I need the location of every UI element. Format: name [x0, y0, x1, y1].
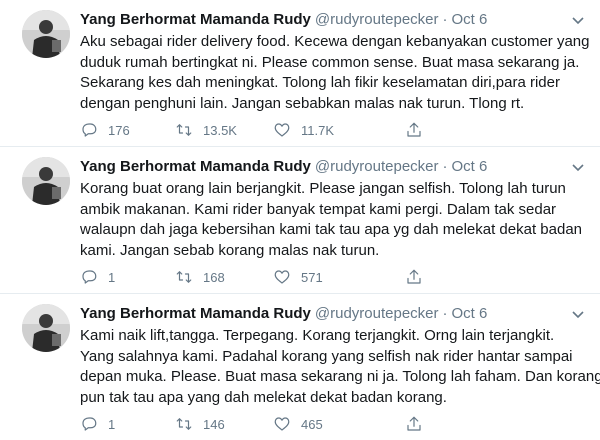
tweet-text-line: Korang buat orang lain berjangkit. Pleas…: [80, 180, 566, 197]
reply-button[interactable]: 1: [80, 267, 115, 287]
retweet-icon: [176, 418, 192, 430]
share-button[interactable]: [405, 414, 423, 434]
share-icon: [407, 122, 421, 137]
retweet-count: 168: [203, 269, 225, 285]
tweet-text-line: duduk rumah bertingkat ni. Please common…: [80, 53, 580, 71]
share-icon: [407, 269, 421, 284]
reply-button[interactable]: 1: [80, 414, 115, 434]
tweet-text: Aku sebagai rider delivery food. Kecewa …: [80, 32, 590, 114]
retweet-icon: [176, 124, 192, 136]
retweet-button[interactable]: 146: [175, 414, 225, 434]
share-button[interactable]: [405, 120, 423, 140]
tweet-date[interactable]: Oct 6: [452, 305, 488, 322]
display-name[interactable]: Yang Berhormat Mamanda Rudy: [80, 305, 311, 322]
tweet-text-line: Sekarang kes dah meningkat. Tolong lah f…: [80, 74, 560, 91]
display-name[interactable]: Yang Berhormat Mamanda Rudy: [80, 158, 311, 175]
tweet-text-line: Yang salahnya kami. Padahal korang yang …: [80, 347, 573, 365]
like-button[interactable]: 11.7K: [273, 120, 334, 140]
reply-button[interactable]: 176: [80, 120, 130, 140]
separator-dot: ·: [442, 305, 448, 322]
chevron-down-icon[interactable]: [570, 306, 586, 322]
tweet-date[interactable]: Oct 6: [452, 158, 488, 175]
chevron-down-icon[interactable]: [570, 159, 586, 175]
reply-count: 176: [108, 122, 130, 138]
tweet-text-line: walaupn dah jaga kebersihan kami tak tau…: [80, 221, 583, 238]
like-count: 571: [301, 269, 323, 285]
tweet-text-line: depan muka. Please. Buat masa sekarang n…: [80, 368, 600, 385]
heart-icon: [274, 417, 290, 431]
like-button[interactable]: 465: [273, 414, 323, 434]
user-handle[interactable]: @rudyroutepecker: [315, 11, 439, 28]
tweet-text-line: dengan penghuni lain. Jangan sebabkan ma…: [80, 94, 525, 112]
heart-icon: [274, 270, 290, 284]
tweet-header: Yang Berhormat Mamanda Rudy @rudyroutepec…: [80, 11, 487, 29]
tweet-text-line: ambik makanan. Kami rider banyak tempat …: [80, 200, 557, 218]
avatar[interactable]: [22, 304, 70, 352]
tweet[interactable]: Yang Berhormat Mamanda Rudy @rudyroutepec…: [0, 0, 600, 147]
tweet-text-line: pun tak tau apa yang dah melekat dekat b…: [80, 388, 447, 406]
reply-icon: [82, 123, 97, 137]
user-handle[interactable]: @rudyroutepecker: [315, 305, 439, 322]
tweet-text: Korang buat orang lain berjangkit. Pleas…: [80, 179, 585, 261]
avatar[interactable]: [22, 10, 70, 58]
reply-count: 1: [108, 269, 116, 285]
tweet[interactable]: Yang Berhormat Mamanda Rudy @rudyroutepec…: [0, 147, 600, 294]
tweet-actions: 1 168 571: [80, 267, 520, 287]
tweet-text-line: Kami naik lift,tangga. Terpegang. Korang…: [80, 327, 555, 344]
separator-dot: ·: [442, 158, 448, 175]
separator-dot: ·: [442, 11, 448, 28]
tweet-text-line: Aku sebagai rider delivery food. Kecewa …: [80, 33, 590, 50]
chevron-down-icon[interactable]: [570, 12, 586, 28]
like-count: 465: [301, 416, 323, 432]
tweet-text: Kami naik lift,tangga. Terpegang. Korang…: [80, 326, 600, 408]
tweet-date[interactable]: Oct 6: [452, 11, 488, 28]
tweet-actions: 1 146 465: [80, 414, 520, 434]
like-count: 11.7K: [301, 122, 335, 138]
heart-icon: [274, 123, 290, 137]
share-button[interactable]: [405, 267, 423, 287]
avatar[interactable]: [22, 157, 70, 205]
share-icon: [407, 416, 421, 431]
reply-count: 1: [108, 416, 116, 432]
tweet-header: Yang Berhormat Mamanda Rudy @rudyroutepec…: [80, 305, 487, 323]
tweet-header: Yang Berhormat Mamanda Rudy @rudyroutepec…: [80, 158, 487, 176]
reply-icon: [82, 417, 97, 431]
tweet-text-line: kami. Jangan sebab korang malas nak turu…: [80, 241, 380, 259]
tweet-actions: 176 13.5K 11.7K: [80, 120, 520, 140]
retweet-count: 13.5K: [203, 122, 237, 138]
user-handle[interactable]: @rudyroutepecker: [315, 158, 439, 175]
retweet-count: 146: [203, 416, 225, 432]
reply-icon: [82, 270, 97, 284]
like-button[interactable]: 571: [273, 267, 323, 287]
retweet-button[interactable]: 168: [175, 267, 225, 287]
retweet-button[interactable]: 13.5K: [175, 120, 237, 140]
tweet[interactable]: Yang Berhormat Mamanda Rudy @rudyroutepec…: [0, 294, 600, 440]
display-name[interactable]: Yang Berhormat Mamanda Rudy: [80, 11, 311, 28]
timeline-feed: Yang Berhormat Mamanda Rudy @rudyroutepec…: [0, 0, 600, 440]
retweet-icon: [176, 271, 192, 283]
